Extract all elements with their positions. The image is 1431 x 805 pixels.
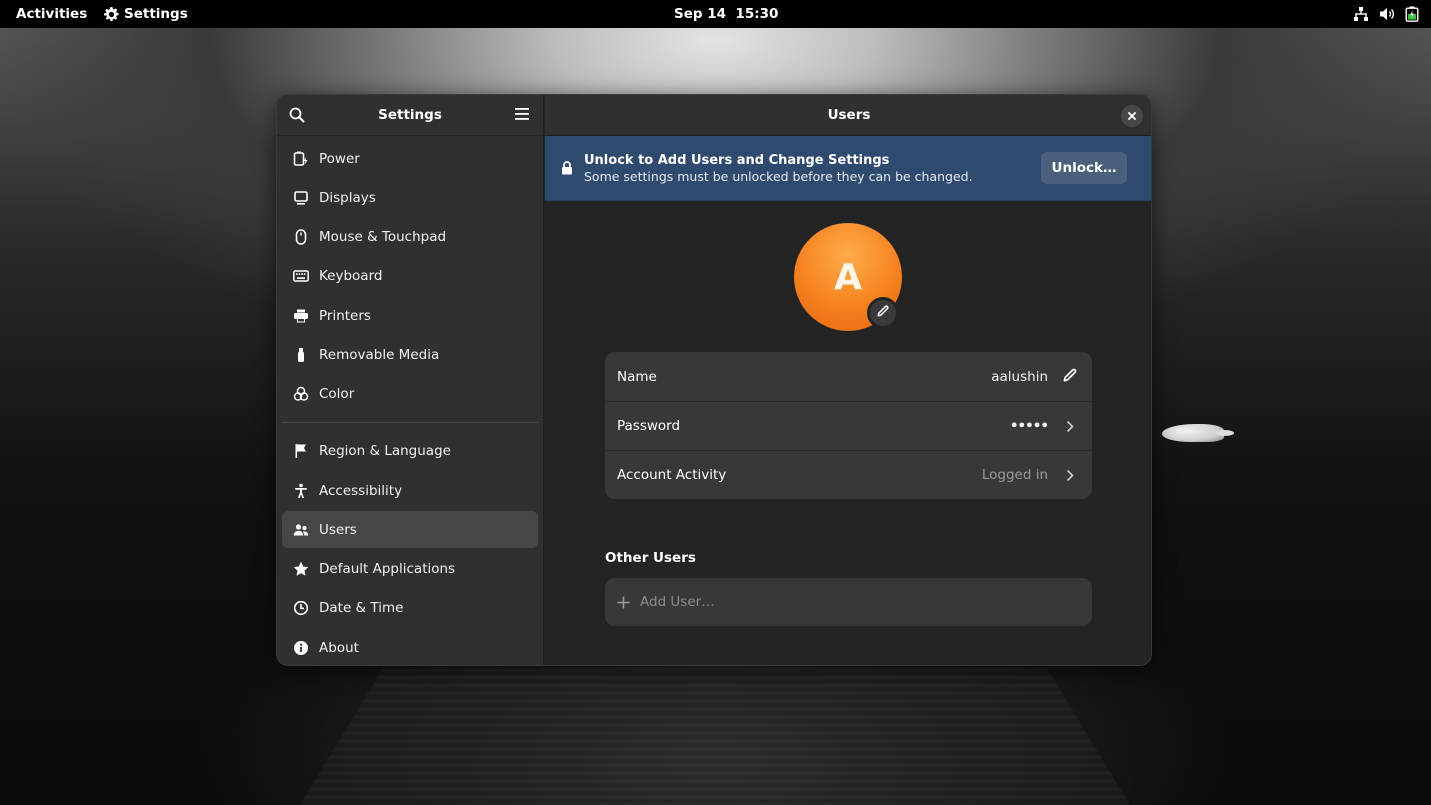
printer-icon bbox=[293, 308, 309, 324]
settings-window: Settings Power Displays Mouse & Touchpad… bbox=[276, 94, 1152, 666]
pencil-icon bbox=[877, 305, 889, 321]
account-details-card: Name aalushin Password ••••• Account Act… bbox=[605, 352, 1092, 499]
lock-icon bbox=[561, 161, 573, 179]
sidebar-item-region-language[interactable]: Region & Language bbox=[282, 433, 538, 470]
page-title: Users bbox=[827, 107, 871, 123]
unlock-button[interactable]: Unlock… bbox=[1041, 152, 1127, 184]
gear-icon bbox=[104, 6, 119, 22]
close-icon bbox=[1128, 109, 1136, 124]
flag-icon bbox=[293, 443, 309, 459]
sidebar-item-label: Date & Time bbox=[319, 600, 404, 617]
sidebar-item-default-applications[interactable]: Default Applications bbox=[282, 551, 538, 588]
banner-text: Unlock to Add Users and Change Settings … bbox=[584, 153, 973, 185]
clock[interactable]: Sep 14 15:30 bbox=[674, 6, 778, 22]
unlock-banner: Unlock to Add Users and Change Settings … bbox=[545, 136, 1151, 201]
power-icon bbox=[293, 151, 309, 167]
sidebar-item-mouse-touchpad[interactable]: Mouse & Touchpad bbox=[282, 219, 538, 256]
sidebar-item-label: Mouse & Touchpad bbox=[319, 229, 447, 246]
sidebar-item-power[interactable]: Power bbox=[282, 140, 538, 177]
hamburger-menu-icon[interactable] bbox=[515, 108, 529, 124]
chevron-right-icon bbox=[1062, 420, 1078, 433]
sidebar-item-label: About bbox=[319, 639, 359, 656]
usb-icon bbox=[293, 347, 309, 363]
display-icon bbox=[293, 190, 309, 206]
sidebar-item-date-time[interactable]: Date & Time bbox=[282, 590, 538, 627]
wallpaper-pier bbox=[300, 668, 1130, 805]
sidebar-item-label: Printers bbox=[319, 307, 371, 324]
password-value: ••••• bbox=[1009, 418, 1049, 434]
sidebar-item-label: Region & Language bbox=[319, 443, 451, 460]
sidebar-item-label: Default Applications bbox=[319, 561, 456, 578]
chevron-right-icon bbox=[1062, 469, 1078, 482]
pencil-icon bbox=[1063, 368, 1077, 386]
sidebar-item-displays[interactable]: Displays bbox=[282, 179, 538, 216]
sidebar: Settings Power Displays Mouse & Touchpad… bbox=[277, 95, 544, 665]
account-activity-row[interactable]: Account Activity Logged in bbox=[605, 450, 1092, 499]
name-value: aalushin bbox=[991, 368, 1048, 385]
plus-icon bbox=[617, 596, 630, 609]
other-users-title: Other Users bbox=[605, 550, 696, 566]
app-menu-label: Settings bbox=[124, 6, 188, 22]
sidebar-item-color[interactable]: Color bbox=[282, 376, 538, 413]
mouse-icon bbox=[293, 229, 309, 245]
info-icon bbox=[293, 640, 309, 656]
banner-heading: Unlock to Add Users and Change Settings bbox=[584, 153, 890, 168]
wallpaper-swan bbox=[1160, 418, 1236, 444]
accessibility-icon bbox=[293, 483, 309, 499]
close-button[interactable] bbox=[1121, 105, 1143, 127]
sidebar-separator bbox=[282, 421, 538, 423]
sidebar-item-label: Accessibility bbox=[319, 482, 403, 499]
password-row[interactable]: Password ••••• bbox=[605, 401, 1092, 450]
app-menu[interactable]: Settings bbox=[104, 6, 188, 22]
network-icon bbox=[1353, 6, 1369, 22]
name-label: Name bbox=[617, 368, 657, 385]
account-activity-value: Logged in bbox=[981, 467, 1048, 483]
system-tray[interactable] bbox=[1353, 6, 1419, 22]
sidebar-item-printers[interactable]: Printers bbox=[282, 297, 538, 334]
sidebar-item-label: Keyboard bbox=[319, 268, 383, 285]
sidebar-item-users[interactable]: Users bbox=[282, 511, 538, 549]
main-header: Users bbox=[545, 95, 1151, 136]
sidebar-item-label: Removable Media bbox=[319, 346, 440, 363]
search-icon[interactable] bbox=[289, 107, 305, 127]
clock-icon bbox=[293, 600, 309, 616]
color-icon bbox=[293, 386, 309, 402]
sidebar-item-label: Power bbox=[319, 150, 360, 167]
other-users-card: Add User… bbox=[605, 578, 1092, 626]
sidebar-item-label: Users bbox=[319, 521, 357, 538]
battery-icon bbox=[1405, 6, 1419, 22]
main-panel: Users Unlock to Add Users and Change Set… bbox=[545, 95, 1151, 665]
sidebar-item-removable-media[interactable]: Removable Media bbox=[282, 336, 538, 373]
account-activity-label: Account Activity bbox=[617, 467, 727, 483]
sidebar-item-about[interactable]: About bbox=[282, 629, 538, 665]
sidebar-title: Settings bbox=[378, 107, 442, 123]
sidebar-nav: Power Displays Mouse & Touchpad Keyboard… bbox=[277, 136, 543, 665]
sidebar-header: Settings bbox=[277, 95, 543, 136]
avatar-edit-button[interactable] bbox=[867, 297, 899, 329]
activities-button[interactable]: Activities bbox=[16, 6, 87, 22]
star-icon bbox=[293, 561, 309, 577]
add-user-label: Add User… bbox=[640, 594, 715, 610]
add-user-button[interactable]: Add User… bbox=[605, 578, 1092, 626]
sidebar-item-label: Displays bbox=[319, 189, 376, 206]
password-label: Password bbox=[617, 418, 681, 434]
sidebar-item-keyboard[interactable]: Keyboard bbox=[282, 258, 538, 295]
users-icon bbox=[293, 522, 309, 538]
volume-icon bbox=[1379, 6, 1395, 22]
edit-name-button[interactable] bbox=[1062, 368, 1078, 386]
banner-subtext: Some settings must be unlocked before th… bbox=[584, 169, 973, 184]
sidebar-item-accessibility[interactable]: Accessibility bbox=[282, 472, 538, 509]
keyboard-icon bbox=[293, 268, 309, 284]
top-bar: Activities Settings Sep 14 15:30 bbox=[0, 0, 1431, 28]
sidebar-item-label: Color bbox=[319, 386, 355, 403]
name-row: Name aalushin bbox=[605, 352, 1092, 401]
